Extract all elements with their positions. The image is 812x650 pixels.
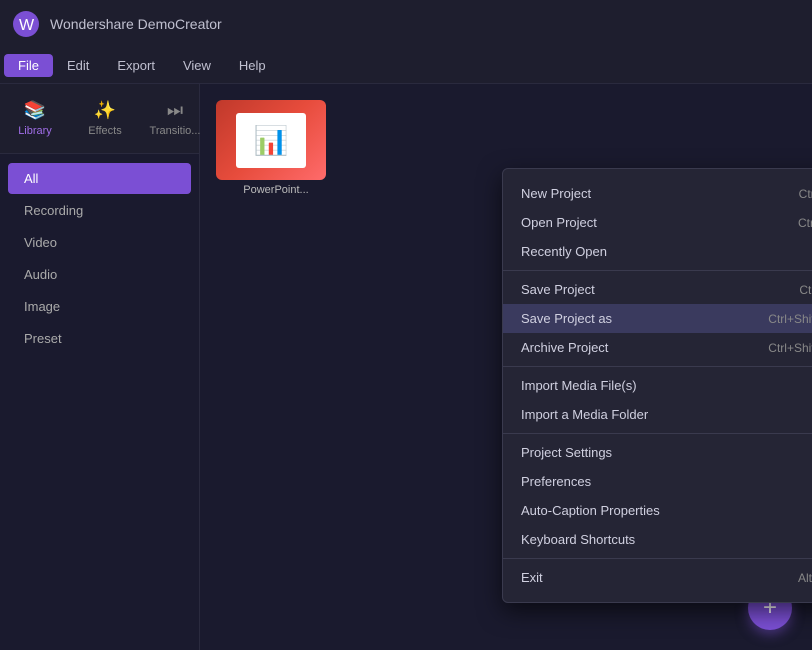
file-menu-group-4: Project Settings Preferences Auto-Captio… — [503, 434, 812, 559]
file-dropdown-menu: New Project Ctrl+N Open Project Ctrl+O R… — [502, 168, 812, 603]
file-menu-open-project[interactable]: Open Project Ctrl+O — [503, 208, 812, 237]
new-project-label: New Project — [521, 186, 591, 201]
menu-export[interactable]: Export — [103, 54, 169, 77]
file-menu-project-settings[interactable]: Project Settings — [503, 438, 812, 467]
media-thumbnail: 📊 — [216, 100, 326, 180]
sidebar-item-recording[interactable]: Recording — [8, 195, 191, 226]
transitions-icon: ⏭ — [167, 100, 183, 121]
file-menu-import-media[interactable]: Import Media File(s) — [503, 371, 812, 400]
file-menu-new-project[interactable]: New Project Ctrl+N — [503, 179, 812, 208]
title-bar: W Wondershare DemoCreator — [0, 0, 812, 48]
save-project-as-label: Save Project as — [521, 311, 612, 326]
file-menu-group-5: Exit Alt+F4 — [503, 559, 812, 596]
tab-effects[interactable]: ✨ Effects — [70, 94, 140, 143]
sidebar-item-video[interactable]: Video — [8, 227, 191, 258]
content-area: 📊 PowerPoint... + New Project Ctrl+N Ope… — [200, 84, 812, 650]
file-menu-save-project[interactable]: Save Project Ctrl+S — [503, 275, 812, 304]
save-project-as-shortcut: Ctrl+Shift+S — [768, 312, 812, 326]
file-menu-preferences[interactable]: Preferences — [503, 467, 812, 496]
tab-effects-label: Effects — [88, 125, 121, 137]
save-project-shortcut: Ctrl+S — [799, 283, 812, 297]
app-logo-icon: W — [12, 10, 40, 38]
file-menu-group-3: Import Media File(s) Import a Media Fold… — [503, 367, 812, 434]
tab-transitions-label: Transitio... — [150, 125, 201, 137]
save-project-label: Save Project — [521, 282, 595, 297]
file-menu-save-project-as[interactable]: Save Project as Ctrl+Shift+S — [503, 304, 812, 333]
file-menu-exit[interactable]: Exit Alt+F4 — [503, 563, 812, 592]
menu-help[interactable]: Help — [225, 54, 280, 77]
archive-project-label: Archive Project — [521, 340, 608, 355]
tab-library-label: Library — [18, 125, 52, 137]
file-menu-import-folder[interactable]: Import a Media Folder — [503, 400, 812, 429]
effects-icon: ✨ — [94, 100, 116, 121]
open-project-shortcut: Ctrl+O — [798, 216, 812, 230]
menu-bar: File Edit Export View Help — [0, 48, 812, 84]
menu-view[interactable]: View — [169, 54, 225, 77]
sidebar-nav: All Recording Video Audio Image Preset — [0, 154, 199, 363]
file-menu-archive-project[interactable]: Archive Project Ctrl+Shift+A — [503, 333, 812, 362]
media-item-label: PowerPoint... — [216, 184, 336, 196]
sidebar-item-preset[interactable]: Preset — [8, 323, 191, 354]
file-menu-group-1: New Project Ctrl+N Open Project Ctrl+O R… — [503, 175, 812, 271]
new-project-shortcut: Ctrl+N — [799, 187, 812, 201]
menu-file[interactable]: File — [4, 54, 53, 77]
file-menu-keyboard-shortcuts[interactable]: Keyboard Shortcuts — [503, 525, 812, 554]
archive-project-shortcut: Ctrl+Shift+A — [768, 341, 812, 355]
main-layout: 📚 Library ✨ Effects ⏭ Transitio... 🏪 SFX… — [0, 84, 812, 650]
project-settings-label: Project Settings — [521, 445, 612, 460]
library-icon: 📚 — [24, 100, 46, 121]
svg-text:W: W — [19, 17, 35, 34]
tab-library[interactable]: 📚 Library — [0, 94, 70, 143]
sidebar-item-image[interactable]: Image — [8, 291, 191, 322]
import-folder-label: Import a Media Folder — [521, 407, 648, 422]
file-menu-group-2: Save Project Ctrl+S Save Project as Ctrl… — [503, 271, 812, 367]
import-media-label: Import Media File(s) — [521, 378, 637, 393]
recently-open-label: Recently Open — [521, 244, 607, 259]
file-menu-recently-open[interactable]: Recently Open ▶ — [503, 237, 812, 266]
preferences-label: Preferences — [521, 474, 591, 489]
sidebar-item-audio[interactable]: Audio — [8, 259, 191, 290]
media-thumb-inner: 📊 — [236, 113, 306, 168]
powerpoint-icon: 📊 — [254, 124, 289, 157]
menu-edit[interactable]: Edit — [53, 54, 103, 77]
keyboard-shortcuts-label: Keyboard Shortcuts — [521, 532, 635, 547]
open-project-label: Open Project — [521, 215, 597, 230]
sidebar: 📚 Library ✨ Effects ⏭ Transitio... 🏪 SFX… — [0, 84, 200, 650]
sidebar-item-all[interactable]: All — [8, 163, 191, 194]
app-title: Wondershare DemoCreator — [50, 16, 800, 32]
file-menu-auto-caption[interactable]: Auto-Caption Properties — [503, 496, 812, 525]
exit-label: Exit — [521, 570, 543, 585]
exit-shortcut: Alt+F4 — [798, 571, 812, 585]
auto-caption-label: Auto-Caption Properties — [521, 503, 660, 518]
tab-bar: 📚 Library ✨ Effects ⏭ Transitio... 🏪 SFX… — [0, 84, 199, 154]
media-card-powerpoint[interactable]: 📊 PowerPoint... — [216, 100, 336, 196]
